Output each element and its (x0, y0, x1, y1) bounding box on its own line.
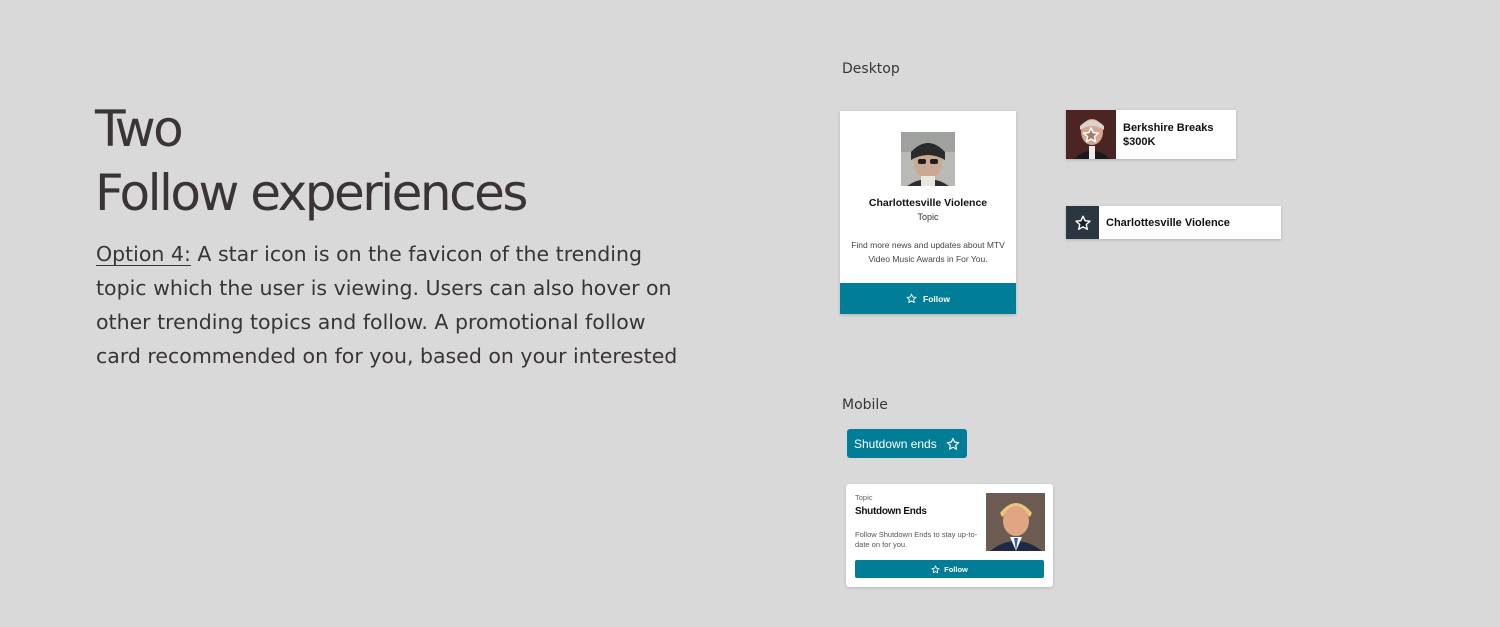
desktop-follow-card: Charlottesville Violence Topic Find more… (840, 111, 1016, 314)
follow-card-subtitle: Topic (917, 212, 939, 222)
mobile-card-title: Shutdown Ends (855, 506, 927, 517)
star-outline-icon (906, 293, 917, 304)
follow-card-description: Find more news and updates about MTV Vid… (851, 240, 1005, 264)
option-label: Option 4: (96, 242, 191, 266)
trending-topic-label: Berkshire Breaks $300K (1116, 121, 1214, 149)
option-description: Option 4: A star icon is on the favicon … (96, 237, 696, 373)
follow-card-title: Charlottesville Violence (868, 197, 988, 209)
topic-favicon (1066, 206, 1099, 239)
trending-topic-chip[interactable]: Berkshire Breaks $300K (1066, 110, 1236, 159)
star-outline-icon[interactable] (946, 437, 960, 451)
headline-line-2: Follow experiences (95, 164, 528, 222)
trending-topic-pill-label: Shutdown ends (854, 436, 937, 451)
follow-button[interactable]: Follow (840, 283, 1016, 314)
star-filled-icon[interactable] (1074, 214, 1091, 231)
topic-photo-image (986, 493, 1045, 551)
topic-thumbnail-image (901, 132, 955, 186)
trending-topic-label: Charlottesville Violence (1106, 216, 1230, 229)
trending-topic-chip[interactable]: Charlottesville Violence (1066, 206, 1281, 239)
topic-favicon (1066, 110, 1116, 159)
trending-topic-label-line-1: Berkshire Breaks (1123, 121, 1214, 134)
mobile-card-description: Follow Shutdown Ends to stay up-to-date … (855, 530, 978, 549)
mobile-card-topic-label: Topic (855, 493, 873, 502)
mobile-follow-button-label: Follow (944, 564, 968, 574)
mobile-follow-button[interactable]: Follow (855, 560, 1044, 578)
trending-topic-label-line-2: $300K (1123, 135, 1156, 148)
desktop-section-label: Desktop (842, 61, 900, 77)
headline-line-1: Two (95, 100, 184, 158)
star-outline-icon[interactable] (1082, 126, 1100, 144)
mobile-follow-card: Topic Shutdown Ends Follow Shutdown Ends… (846, 484, 1053, 587)
follow-button-label: Follow (923, 293, 950, 304)
star-outline-icon (931, 565, 940, 573)
mobile-section-label: Mobile (842, 397, 888, 413)
page-headline: Two Follow experiences (95, 97, 528, 225)
trending-topic-pill[interactable]: Shutdown ends (847, 429, 967, 458)
